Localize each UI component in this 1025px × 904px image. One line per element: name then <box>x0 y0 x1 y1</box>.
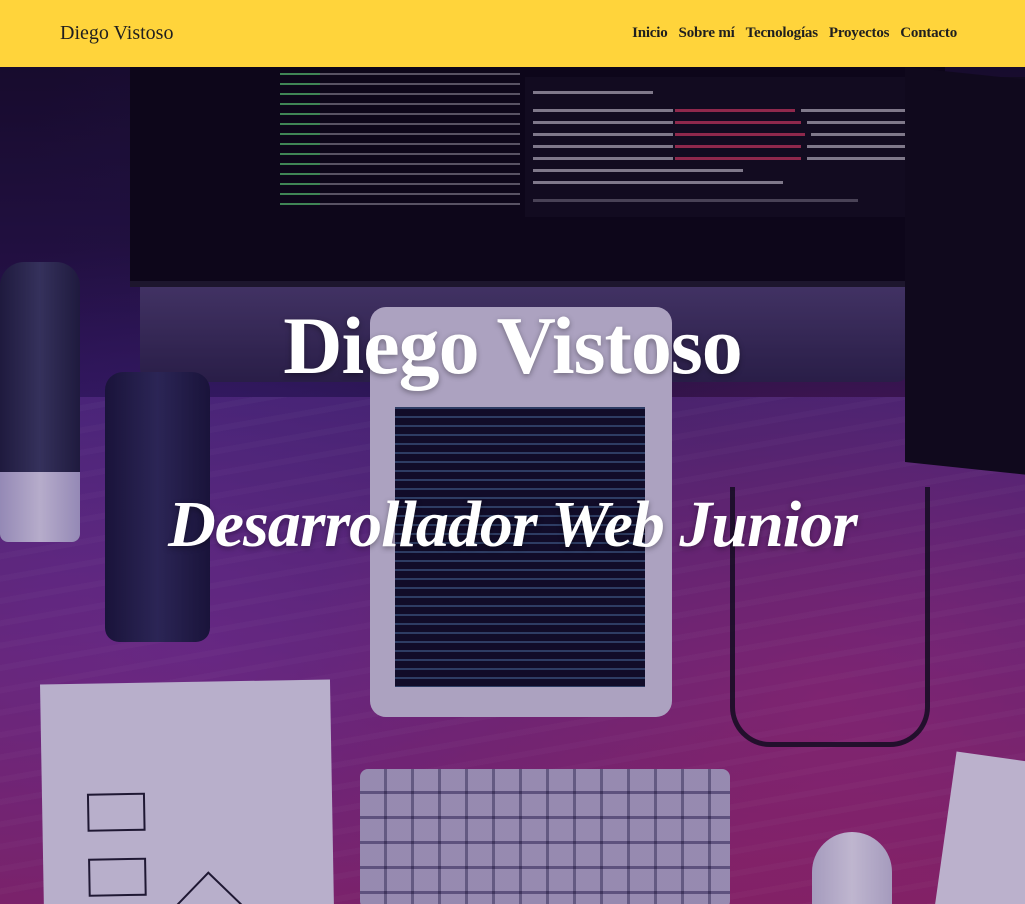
nav-link-contacto[interactable]: Contacto <box>900 25 957 42</box>
hero-overlay <box>0 67 1025 904</box>
nav-link-sobre-mi[interactable]: Sobre mí <box>679 25 735 42</box>
nav-link-proyectos[interactable]: Proyectos <box>829 25 890 42</box>
hero-subtitle: Desarrollador Web Junior <box>168 488 858 561</box>
brand-link[interactable]: Diego Vistoso <box>60 22 173 45</box>
nav-links: Inicio Sobre mí Tecnologías Proyectos Co… <box>632 25 957 42</box>
hero-section: Diego Vistoso Desarrollador Web Junior <box>0 67 1025 904</box>
hero-title: Diego Vistoso <box>283 300 743 391</box>
nav-link-inicio[interactable]: Inicio <box>632 25 668 42</box>
nav-link-tecnologias[interactable]: Tecnologías <box>746 25 818 42</box>
navbar: Diego Vistoso Inicio Sobre mí Tecnología… <box>0 0 1025 67</box>
